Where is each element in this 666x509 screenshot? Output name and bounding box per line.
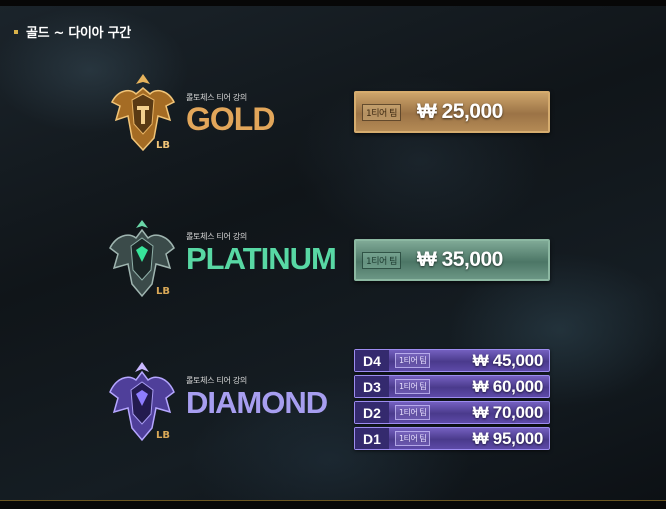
- diamond-rank-emblem-icon: LB: [109, 362, 175, 442]
- section-heading: 골드 ~ 다이아 구간: [14, 22, 131, 41]
- diamond-price-badge: 1티어 팀: [395, 431, 431, 446]
- platinum-price-amount: ₩ 35,000: [416, 248, 503, 271]
- diamond-price-badge: 1티어 팀: [395, 379, 431, 394]
- diamond-title: DIAMOND: [186, 385, 328, 420]
- diamond-price-badge: 1티어 팀: [395, 405, 431, 420]
- division-label: D4: [355, 350, 389, 371]
- platinum-price-badge: 1티어 팀: [362, 251, 401, 269]
- division-label: D3: [355, 376, 389, 397]
- diamond-price-row-d2: D2 1티어 팀 ₩ 70,000: [354, 401, 550, 424]
- gold-title: GOLD: [186, 101, 275, 137]
- platinum-price-card: 1티어 팀 ₩ 35,000: [354, 239, 550, 281]
- diamond-price-amount: ₩ 45,000: [472, 350, 544, 370]
- division-label: D1: [355, 428, 389, 449]
- heading-text: 골드 ~ 다이아 구간: [26, 26, 131, 41]
- pricing-panel: 골드 ~ 다이아 구간 LB 롤토체스 티어 강의 GOLD 1티어 팀 ₩ 2…: [0, 0, 666, 509]
- gold-rank-emblem-icon: LB: [110, 74, 176, 152]
- svg-text:LB: LB: [156, 430, 170, 441]
- diamond-price-amount: ₩ 60,000: [472, 376, 544, 396]
- bullet-icon: [14, 29, 18, 34]
- diamond-price-row-d1: D1 1티어 팀 ₩ 95,000: [354, 427, 550, 450]
- diamond-price-row-d3: D3 1티어 팀 ₩ 60,000: [354, 375, 550, 398]
- top-frame: [0, 0, 666, 6]
- platinum-title: PLATINUM: [186, 241, 337, 276]
- division-label: D2: [355, 402, 389, 423]
- gold-price-amount: ₩ 25,000: [416, 100, 503, 123]
- diamond-price-amount: ₩ 95,000: [472, 428, 544, 448]
- svg-text:LB: LB: [156, 286, 170, 297]
- gold-price-badge: 1티어 팀: [362, 103, 401, 121]
- diamond-price-badge: 1티어 팀: [395, 353, 431, 368]
- svg-text:LB: LB: [156, 140, 170, 151]
- diamond-price-row-d4: D4 1티어 팀 ₩ 45,000: [354, 349, 550, 372]
- gold-price-card: 1티어 팀 ₩ 25,000: [354, 91, 550, 133]
- platinum-rank-emblem-icon: LB: [109, 220, 175, 298]
- bottom-frame: [0, 500, 666, 509]
- diamond-price-amount: ₩ 70,000: [472, 402, 544, 422]
